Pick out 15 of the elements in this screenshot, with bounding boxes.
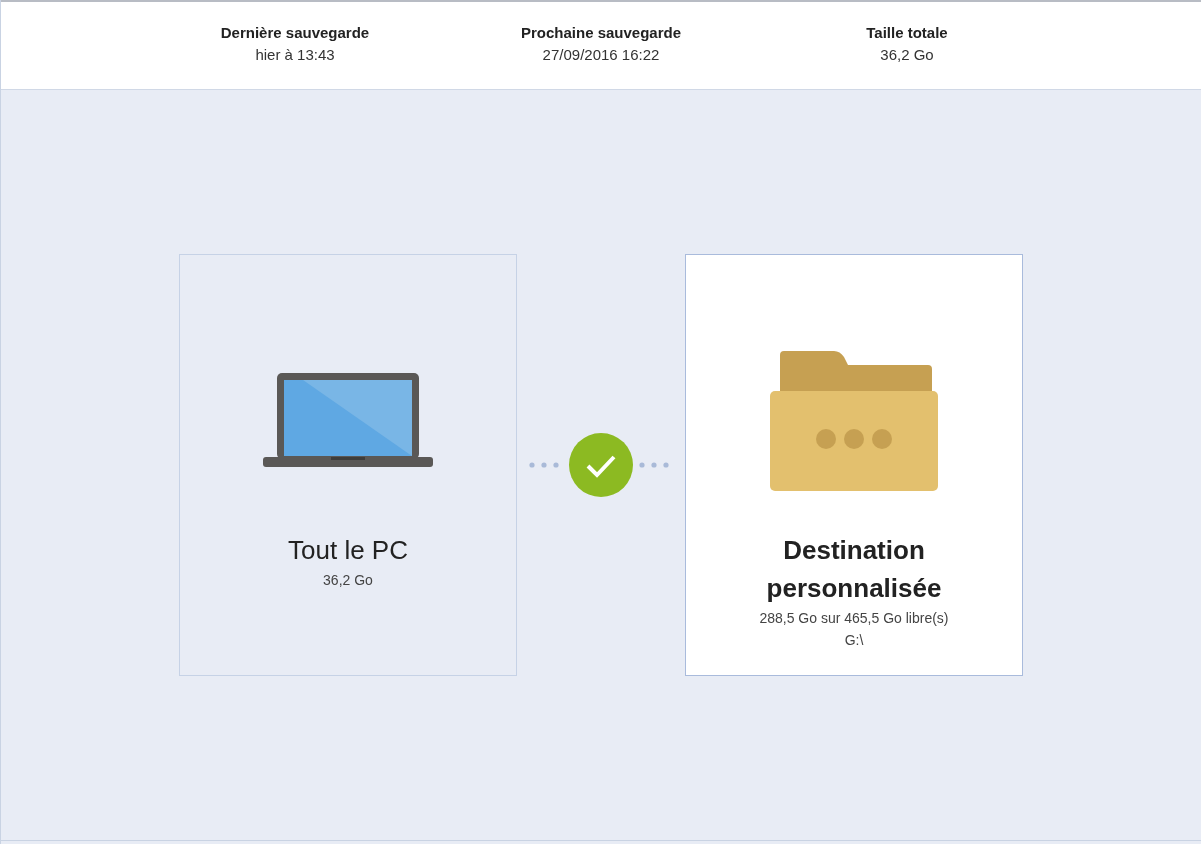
summary-label: Dernière sauvegarde <box>220 22 370 43</box>
card-detail: 36,2 Go <box>323 571 373 590</box>
card-detail: G:\ <box>844 631 864 650</box>
backup-card[interactable]: Tout le PC 36,2 Go <box>179 254 517 676</box>
summary-label: Prochaine sauvegarde <box>520 22 682 43</box>
folder-icon <box>770 351 938 491</box>
laptop-icon <box>263 373 433 469</box>
summary-value: 36,2 Go <box>880 44 934 65</box>
backup-card[interactable]: Destination personnalisée 288,5 Go sur 465,5 Go libre(s) G:\ <box>685 254 1023 676</box>
summary-label: Taille totale <box>866 22 948 43</box>
card-title: Tout le PC <box>287 534 409 567</box>
card-detail: 288,5 Go sur 465,5 Go libre(s) <box>759 609 949 628</box>
card-title: Destination personnalisée <box>765 534 943 605</box>
summary-value: 27/09/2016 16:22 <box>542 44 660 65</box>
summary-value: hier à 13:43 <box>255 44 335 65</box>
